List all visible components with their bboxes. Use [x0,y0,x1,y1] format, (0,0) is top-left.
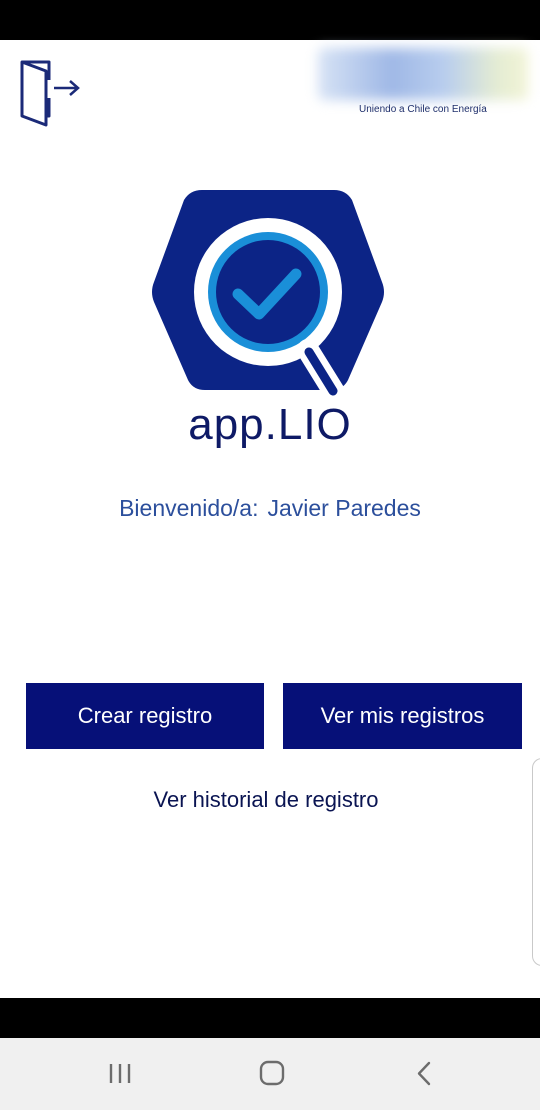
app-name: app.LIO [188,400,352,449]
my-records-button[interactable]: Ver mis registros [283,683,522,749]
system-navigation-bar [0,1038,540,1110]
user-name: Javier Paredes [267,495,421,521]
edge-panel-handle[interactable] [532,758,540,966]
screen-bottom-band [0,998,540,1038]
magnifier-check-hexagon-icon [152,190,384,403]
record-history-link[interactable]: Ver historial de registro [0,787,532,813]
back-icon [417,1061,431,1086]
brand-tagline: Uniendo a Chile con Energía [359,104,487,115]
recents-button[interactable] [100,1056,140,1092]
home-icon [259,1060,285,1086]
welcome-message: Bienvenido/a: Javier Paredes [0,495,540,522]
brand-logo-image [318,48,528,100]
app-logo [150,190,386,430]
app-screen: Uniendo a Chile con Energía app.LIO Bien… [0,40,540,998]
create-record-button[interactable]: Crear registro [26,683,264,749]
home-button[interactable] [252,1056,292,1092]
recents-icon [109,1064,131,1083]
logout-button[interactable] [16,58,84,128]
status-bar [0,0,540,40]
logout-door-icon [20,60,80,127]
brand-logo: Uniendo a Chile con Energía [318,48,528,120]
back-button[interactable] [404,1056,444,1092]
welcome-greeting: Bienvenido/a: [119,495,259,521]
